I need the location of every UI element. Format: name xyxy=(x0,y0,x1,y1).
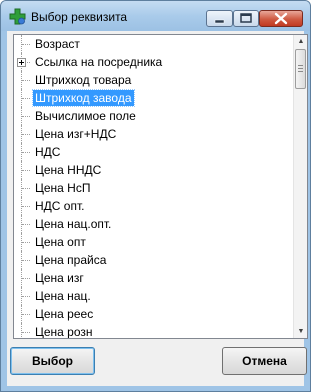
list-item-label: Вычислимое поле xyxy=(35,109,136,123)
list-item[interactable]: Цена реес xyxy=(14,305,293,323)
list-item-label: Цена реес xyxy=(35,307,94,321)
list-item[interactable]: Цена розн xyxy=(14,323,293,338)
tree-connector xyxy=(22,80,30,81)
tree-connector xyxy=(22,206,30,207)
list-item[interactable]: Цена изг xyxy=(14,269,293,287)
list-item[interactable]: Вычислимое поле xyxy=(14,107,293,125)
title-bar[interactable]: Выбор реквизита xyxy=(1,1,310,31)
list-item[interactable]: Цена ННДС xyxy=(14,161,293,179)
dialog-body: Возраст Ссылка на посредника Штрихкод то… xyxy=(7,31,308,386)
list-item-label: Цена НсП xyxy=(35,181,91,195)
tree-connector xyxy=(22,296,30,297)
list-item[interactable]: Цена нац. xyxy=(14,287,293,305)
list-item-label: Возраст xyxy=(35,37,80,51)
list-item[interactable]: Цена нац.опт. xyxy=(14,215,293,233)
expand-plus-icon[interactable] xyxy=(17,58,26,67)
close-icon xyxy=(274,12,288,25)
list-item[interactable]: НДС xyxy=(14,143,293,161)
window-title: Выбор реквизита xyxy=(31,10,128,24)
list-item[interactable]: Ссылка на посредника xyxy=(14,53,293,71)
list-item[interactable]: Возраст xyxy=(14,35,293,53)
tree-connector xyxy=(22,134,30,135)
list-item-label: Цена прайса xyxy=(35,253,107,267)
cancel-button[interactable]: Отмена xyxy=(222,347,307,375)
dialog-window: Выбор реквизита Возраст Ссылка на посред… xyxy=(0,0,311,392)
list-item-label: Цена изг+НДС xyxy=(35,127,117,141)
list-item-label: Цена нац.опт. xyxy=(35,217,112,231)
grip-line xyxy=(298,65,303,66)
tree-connector xyxy=(22,44,30,45)
list-item-label: Цена ННДС xyxy=(35,163,102,177)
list-item[interactable]: Цена опт xyxy=(14,233,293,251)
tree-connector xyxy=(22,98,30,99)
list-item-label: Штрихкод товара xyxy=(35,73,132,87)
list-item[interactable]: Цена изг+НДС xyxy=(14,125,293,143)
field-tree-list[interactable]: Возраст Ссылка на посредника Штрихкод то… xyxy=(13,34,308,339)
list-item[interactable]: Цена прайса xyxy=(14,251,293,269)
green-cross-app-icon xyxy=(9,8,26,25)
maximize-button[interactable] xyxy=(233,10,259,27)
minimize-button[interactable] xyxy=(206,10,233,27)
tree-connector xyxy=(22,116,30,117)
grip-line xyxy=(298,68,303,69)
tree-connector xyxy=(21,323,22,338)
tree-connector xyxy=(22,260,30,261)
close-button[interactable] xyxy=(259,10,303,27)
tree-connector xyxy=(22,278,30,279)
list-item[interactable]: НДС опт. xyxy=(14,197,293,215)
vertical-scrollbar[interactable]: ▲ ▼ xyxy=(293,35,307,338)
tree-connector xyxy=(22,332,30,333)
tree-connector xyxy=(22,242,30,243)
list-item[interactable]: Штрихкод товара xyxy=(14,71,293,89)
list-item-label: НДС xyxy=(35,145,61,159)
list-item-label: Ссылка на посредника xyxy=(35,55,163,69)
list-item-selected[interactable]: Штрихкод завода xyxy=(14,89,293,107)
tree-connector xyxy=(22,314,30,315)
grip-line xyxy=(298,71,303,72)
tree-connector xyxy=(22,224,30,225)
list-item-label: НДС опт. xyxy=(35,199,85,213)
list-item-label: Цена розн xyxy=(35,325,93,338)
scroll-thumb[interactable] xyxy=(295,49,306,89)
list-item[interactable]: Цена НсП xyxy=(14,179,293,197)
maximize-icon xyxy=(240,13,252,23)
list-item-label: Штрихкод завода xyxy=(32,89,135,107)
select-button[interactable]: Выбор xyxy=(10,347,95,375)
tree-connector xyxy=(22,170,30,171)
tree-connector xyxy=(22,152,30,153)
list-item-label: Цена изг xyxy=(35,271,84,285)
minimize-icon xyxy=(214,19,225,24)
scroll-up-arrow-icon[interactable]: ▲ xyxy=(294,35,308,48)
scroll-down-arrow-icon[interactable]: ▼ xyxy=(294,325,308,338)
tree-connector xyxy=(22,188,30,189)
tree-view[interactable]: Возраст Ссылка на посредника Штрихкод то… xyxy=(14,35,293,338)
list-item-label: Цена нац. xyxy=(35,289,91,303)
list-item-label: Цена опт xyxy=(35,235,86,249)
